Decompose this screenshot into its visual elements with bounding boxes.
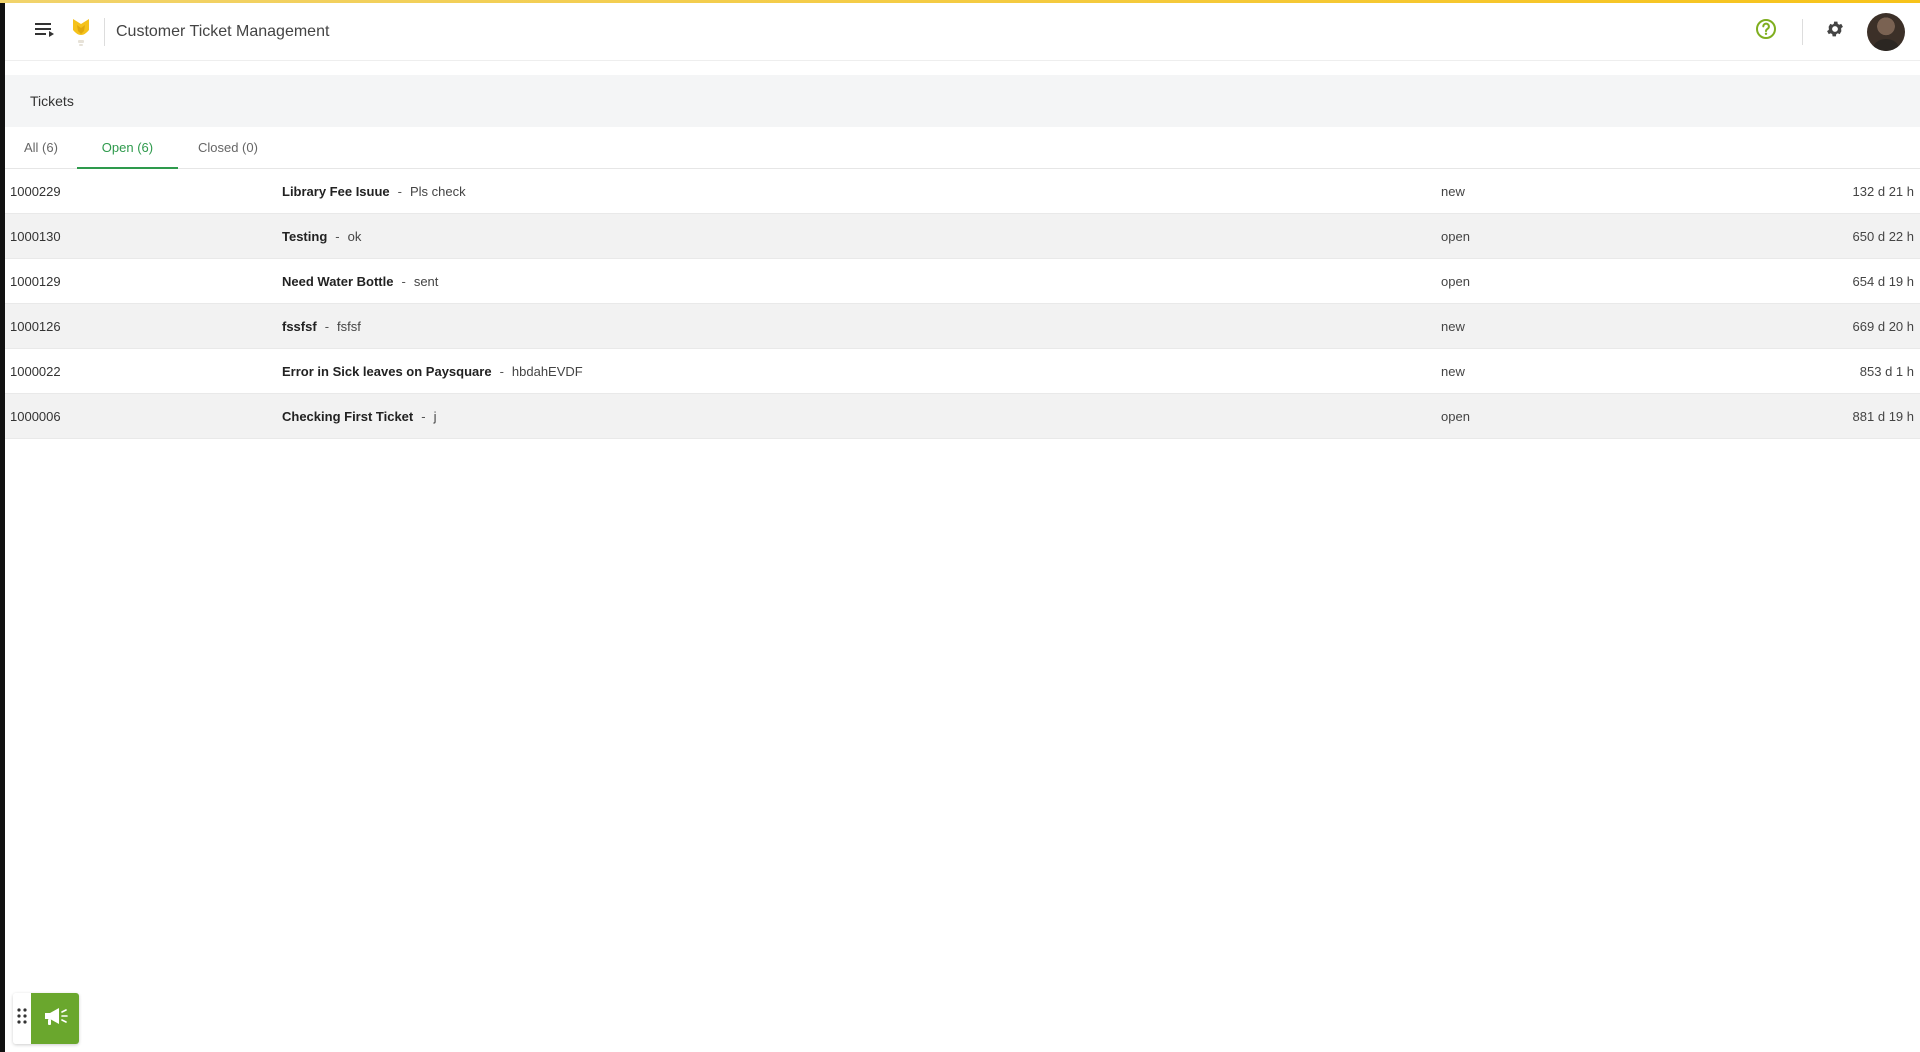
ticket-subject: fssfsf - fsfsf xyxy=(282,319,1441,334)
ticket-description: j xyxy=(433,408,437,424)
ticket-subject: Library Fee Isuue - Pls check xyxy=(282,184,1441,199)
ticket-id: 1000022 xyxy=(10,363,61,379)
ticket-description: Pls check xyxy=(410,183,466,199)
ticket-id: 1000130 xyxy=(10,228,61,244)
ticket-age: 669 d 20 h xyxy=(1852,318,1914,334)
table-row[interactable]: 1000229 Library Fee Isuue - Pls check ne… xyxy=(5,169,1920,214)
ticket-id: 1000126 xyxy=(10,318,61,334)
ticket-description: ok xyxy=(347,228,362,244)
ticket-id: 1000129 xyxy=(10,273,61,289)
tab-closed[interactable]: Closed (0) xyxy=(178,127,278,168)
subject-separator: - xyxy=(335,228,340,244)
gear-icon xyxy=(1825,19,1845,44)
drag-handle-icon xyxy=(17,1008,27,1029)
ticket-subject: Error in Sick leaves on Paysquare - hbda… xyxy=(282,364,1441,379)
subject-separator: - xyxy=(324,318,330,334)
ticket-status: open xyxy=(1441,273,1470,289)
ticket-id: 1000006 xyxy=(10,408,61,424)
subject-separator: - xyxy=(421,408,426,424)
ticket-title: Error in Sick leaves on Paysquare xyxy=(282,363,492,379)
ticket-status: new xyxy=(1441,183,1465,199)
header-divider xyxy=(104,17,105,46)
settings-button[interactable] xyxy=(1817,14,1853,50)
table-row[interactable]: 1000022 Error in Sick leaves on Paysquar… xyxy=(5,349,1920,394)
table-row[interactable]: 1000126 fssfsf - fsfsf new 669 d 20 h xyxy=(5,304,1920,349)
ticket-title: Testing xyxy=(282,228,328,244)
section-bar: Tickets xyxy=(5,75,1920,127)
ticket-subject: Need Water Bottle - sent xyxy=(282,274,1441,289)
table-row[interactable]: 1000006 Checking First Ticket - j open 8… xyxy=(5,394,1920,439)
megaphone-icon xyxy=(42,1005,68,1032)
user-avatar[interactable] xyxy=(1867,12,1905,51)
ticket-description: sent xyxy=(413,273,439,289)
table-row[interactable]: 1000130 Testing - ok open 650 d 22 h xyxy=(5,214,1920,259)
announcement-button[interactable] xyxy=(31,993,79,1044)
ticket-tabs: All (6) Open (6) Closed (0) xyxy=(5,127,1920,169)
ticket-title: Library Fee Isuue xyxy=(282,183,390,199)
menu-button[interactable] xyxy=(32,19,58,45)
tab-open[interactable]: Open (6) xyxy=(76,127,178,169)
section-title: Tickets xyxy=(30,93,74,109)
table-row[interactable]: 1000129 Need Water Bottle - sent open 65… xyxy=(5,259,1920,304)
brand-logo[interactable] xyxy=(68,15,94,49)
widget-drag-handle[interactable] xyxy=(13,993,31,1044)
ticket-status: open xyxy=(1441,408,1470,424)
menu-icon xyxy=(35,21,55,42)
ticket-title: Need Water Bottle xyxy=(282,273,394,289)
ticket-title: fssfsf xyxy=(282,318,317,334)
tab-all[interactable]: All (6) xyxy=(5,127,77,168)
ticket-status: new xyxy=(1441,318,1465,334)
header-actions xyxy=(1748,3,1920,60)
ticket-description: fsfsf xyxy=(337,318,361,334)
ticket-age: 654 d 19 h xyxy=(1852,273,1914,289)
ticket-age: 650 d 22 h xyxy=(1852,228,1914,244)
help-button[interactable] xyxy=(1748,14,1784,50)
help-circle-icon xyxy=(1755,18,1777,45)
app-title: Customer Ticket Management xyxy=(116,22,330,40)
ticket-status: open xyxy=(1441,228,1470,244)
ticket-age: 132 d 21 h xyxy=(1852,183,1914,199)
ticket-id: 1000229 xyxy=(10,183,61,199)
subject-separator: - xyxy=(499,363,504,379)
ticket-status: new xyxy=(1441,363,1465,379)
ticket-description: hbdahEVDF xyxy=(511,363,583,379)
subject-separator: - xyxy=(397,183,402,199)
ticket-subject: Checking First Ticket - j xyxy=(282,409,1441,424)
ticket-age: 853 d 1 h xyxy=(1859,363,1914,379)
subject-separator: - xyxy=(401,273,406,289)
ticket-table: 1000229 Library Fee Isuue - Pls check ne… xyxy=(5,169,1920,439)
feedback-widget xyxy=(13,993,79,1044)
ticket-age: 881 d 19 h xyxy=(1852,408,1914,424)
ticket-title: Checking First Ticket xyxy=(282,408,414,424)
ticket-subject: Testing - ok xyxy=(282,229,1441,244)
app-header: Customer Ticket Management xyxy=(5,3,1920,61)
header-actions-divider xyxy=(1802,18,1803,45)
